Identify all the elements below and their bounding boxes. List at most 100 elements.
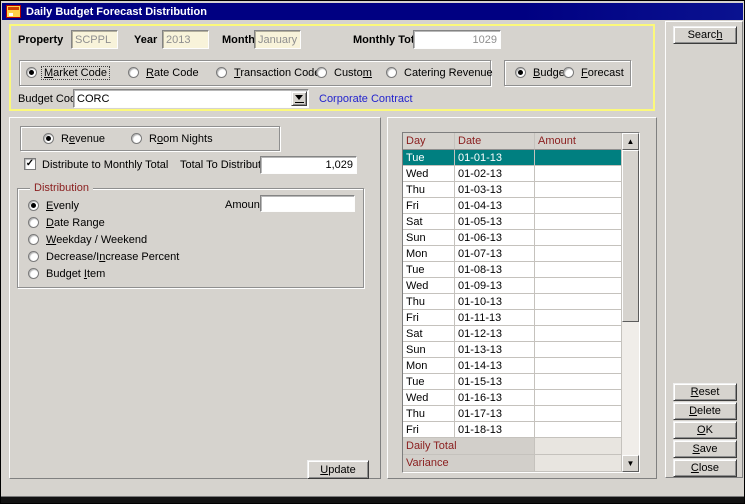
amount-label: Amount — [225, 199, 263, 211]
distribute-checkbox[interactable]: ✓ — [24, 158, 36, 170]
radio-label: Date Range — [44, 217, 107, 229]
table-cell: 01-08-13 — [455, 262, 535, 278]
save-button[interactable]: Save — [673, 440, 737, 458]
close-button[interactable]: Close — [673, 459, 737, 477]
table-body: Tue01-01-13Wed01-02-13Thu01-03-13Fri01-0… — [403, 150, 639, 438]
table-cell: 01-06-13 — [455, 230, 535, 246]
delete-button[interactable]: Delete — [673, 402, 737, 420]
monthly-total-field[interactable] — [413, 30, 501, 49]
table-cell — [535, 166, 623, 182]
table-cell: 01-03-13 — [455, 182, 535, 198]
reset-button[interactable]: Reset — [673, 383, 737, 401]
radio-forecast-label: Forecast — [579, 67, 626, 79]
table-row[interactable]: Thu01-10-13 — [403, 294, 639, 310]
amount-field[interactable] — [260, 195, 355, 212]
table-cell: Fri — [403, 310, 455, 326]
table-row[interactable]: Mon01-07-13 — [403, 246, 639, 262]
table-row[interactable]: Fri01-11-13 — [403, 310, 639, 326]
window-title: Daily Budget Forecast Distribution — [26, 6, 207, 18]
radio-market-code[interactable]: Market Code — [26, 66, 109, 79]
scrollbar-thumb[interactable] — [622, 150, 639, 322]
radio-budget-item[interactable]: Budget Item — [18, 265, 363, 282]
radio-room-nights-label: Room Nights — [147, 133, 215, 145]
radio-catering-revenue[interactable]: Catering Revenue — [386, 66, 495, 79]
table-cell — [535, 294, 623, 310]
scroll-up-button[interactable]: ▲ — [622, 133, 639, 150]
table-cell — [535, 438, 623, 455]
table-row[interactable]: Fri01-04-13 — [403, 198, 639, 214]
radio-rate-code[interactable]: Rate Code — [128, 66, 201, 79]
update-button[interactable]: Update — [307, 460, 369, 479]
daily-table-panel: DayDateAmount Tue01-01-13Wed01-02-13Thu0… — [387, 117, 657, 479]
radio-custom-label: Custom — [332, 67, 374, 79]
titlebar[interactable]: Daily Budget Forecast Distribution — [2, 3, 743, 20]
table-cell: Sun — [403, 230, 455, 246]
radio-decrease-increase-percent[interactable]: Decrease/Increase Percent — [18, 248, 363, 265]
table-header: DayDateAmount — [403, 133, 639, 150]
radio-icon — [28, 234, 39, 245]
table-row[interactable]: Sun01-06-13 — [403, 230, 639, 246]
value-type-radio-group: Revenue Room Nights — [20, 126, 280, 151]
search-button[interactable]: Search — [673, 26, 737, 44]
budget-code-description: Corporate Contract — [319, 93, 413, 105]
ok-button[interactable]: OK — [673, 421, 737, 439]
radio-icon — [28, 251, 39, 262]
table-cell: Thu — [403, 406, 455, 422]
daily-amount-table: DayDateAmount Tue01-01-13Wed01-02-13Thu0… — [402, 132, 640, 473]
table-scrollbar[interactable]: ▲ ▼ — [621, 133, 639, 472]
table-cell: Thu — [403, 182, 455, 198]
budget-code-input[interactable] — [73, 89, 309, 108]
table-row[interactable]: Tue01-08-13 — [403, 262, 639, 278]
table-summary-row: Daily Total — [403, 438, 639, 455]
total-to-distribute-field[interactable] — [260, 156, 357, 174]
radio-date-range[interactable]: Date Range — [18, 214, 363, 231]
radio-budget[interactable]: Budget — [515, 66, 570, 79]
table-cell: Fri — [403, 422, 455, 438]
radio-custom[interactable]: Custom — [316, 66, 374, 79]
table-cell: Wed — [403, 390, 455, 406]
radio-transaction-code[interactable]: Transaction Code — [216, 66, 322, 79]
table-cell: 01-09-13 — [455, 278, 535, 294]
radio-room-nights[interactable]: Room Nights — [131, 132, 215, 145]
radio-label: Evenly — [44, 200, 81, 212]
radio-icon — [26, 67, 37, 78]
table-row[interactable]: Thu01-17-13 — [403, 406, 639, 422]
radio-icon — [386, 67, 397, 78]
table-row[interactable]: Sun01-13-13 — [403, 342, 639, 358]
table-cell — [535, 310, 623, 326]
radio-icon — [316, 67, 327, 78]
table-row[interactable]: Mon01-14-13 — [403, 358, 639, 374]
property-label: Property — [18, 34, 63, 46]
scroll-down-icon: ▼ — [627, 459, 635, 468]
table-cell — [535, 150, 623, 166]
budget-code-dropdown-button[interactable] — [291, 91, 307, 106]
table-cell — [535, 230, 623, 246]
table-row[interactable]: Thu01-03-13 — [403, 182, 639, 198]
table-cell — [535, 246, 623, 262]
table-row[interactable]: Wed01-02-13 — [403, 166, 639, 182]
actions-panel: Search ResetDeleteOKSaveClose — [665, 21, 743, 478]
table-row[interactable]: Tue01-01-13 — [403, 150, 639, 166]
table-cell: 01-11-13 — [455, 310, 535, 326]
table-row[interactable]: Tue01-15-13 — [403, 374, 639, 390]
table-row[interactable]: Fri01-18-13 — [403, 422, 639, 438]
budget-code-combo[interactable] — [73, 89, 309, 108]
radio-icon — [131, 133, 142, 144]
table-cell: 01-05-13 — [455, 214, 535, 230]
radio-revenue[interactable]: Revenue — [43, 132, 107, 145]
table-row[interactable]: Wed01-16-13 — [403, 390, 639, 406]
radio-catering-revenue-label: Catering Revenue — [402, 67, 495, 79]
scroll-down-button[interactable]: ▼ — [622, 455, 639, 472]
radio-icon — [515, 67, 526, 78]
month-field[interactable] — [254, 30, 301, 49]
table-row[interactable]: Sat01-12-13 — [403, 326, 639, 342]
radio-weekday-weekend[interactable]: Weekday / Weekend — [18, 231, 363, 248]
year-field[interactable] — [162, 30, 209, 49]
distribute-checkbox-label: Distribute to Monthly Total — [42, 159, 168, 171]
radio-rate-code-label: Rate Code — [144, 67, 201, 79]
table-row[interactable]: Wed01-09-13 — [403, 278, 639, 294]
radio-forecast[interactable]: Forecast — [563, 66, 626, 79]
table-cell: Wed — [403, 166, 455, 182]
property-field[interactable] — [71, 30, 118, 49]
table-row[interactable]: Sat01-05-13 — [403, 214, 639, 230]
